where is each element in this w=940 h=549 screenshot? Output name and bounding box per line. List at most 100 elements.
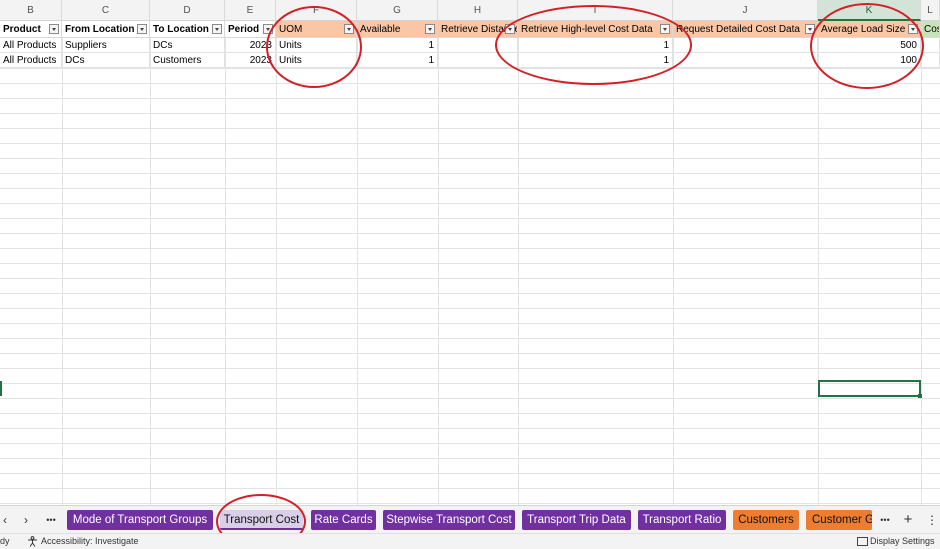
grid-row-line: [0, 428, 940, 429]
grid-row-line: [0, 113, 940, 114]
cell-from-location[interactable]: DCs: [62, 53, 150, 68]
tab-scroll-right-icon[interactable]: ›: [20, 511, 32, 529]
header-label: Request Detailed Cost Data: [676, 24, 800, 35]
table-header-row: Product From Location To Location Period…: [0, 21, 940, 38]
grid-column-line: [150, 38, 151, 505]
header-label: Available: [360, 24, 401, 35]
tab-transport-trip-data[interactable]: Transport Trip Data: [522, 510, 631, 530]
grid-column-line: [673, 38, 674, 505]
grid-row-line: [0, 248, 940, 249]
tab-mode-of-transport-groups[interactable]: Mode of Transport Groups: [67, 510, 213, 530]
row-selection-marker: [0, 381, 2, 396]
tab-stepwise-transport-cost[interactable]: Stepwise Transport Cost: [383, 510, 515, 530]
grid-column-line: [818, 38, 819, 505]
grid-column-line: [518, 38, 519, 505]
header-from-location: From Location: [62, 21, 150, 38]
grid-column-line: [276, 38, 277, 505]
more-tabs-left-icon[interactable]: •••: [40, 511, 62, 529]
grid-row-line: [0, 233, 940, 234]
grid-row-line: [0, 143, 940, 144]
spreadsheet-grid[interactable]: B C D E F G H I J K L Product From Locat…: [0, 0, 940, 505]
column-letter-headers: B C D E F G H I J K L: [0, 0, 940, 21]
cell-available[interactable]: 1: [357, 38, 438, 53]
status-bar: dy Accessibility: Investigate Display Se…: [0, 533, 940, 549]
grid-row-line: [0, 188, 940, 189]
filter-dropdown-icon[interactable]: [425, 24, 435, 34]
grid-row-line: [0, 308, 940, 309]
tab-scroll-left-icon[interactable]: ‹: [0, 511, 10, 529]
accessibility-icon: [28, 536, 37, 547]
header-label: Product: [3, 24, 41, 35]
grid-row-line: [0, 173, 940, 174]
grid-column-line: [357, 38, 358, 505]
annotation-circle-uom: [266, 6, 362, 88]
column-letter-D[interactable]: D: [150, 0, 225, 21]
column-letter-L[interactable]: L: [921, 0, 940, 21]
grid-row-line: [0, 398, 940, 399]
grid-row-line: [0, 458, 940, 459]
grid-column-line: [921, 38, 922, 505]
cell-request-detailed-cost[interactable]: [673, 53, 818, 68]
grid-row-line: [0, 293, 940, 294]
display-settings-button[interactable]: Display Settings: [870, 536, 935, 546]
filter-dropdown-icon[interactable]: [212, 24, 222, 34]
grid-row-line: [0, 98, 940, 99]
grid-row-line: [0, 353, 940, 354]
grid-row-line: [0, 128, 940, 129]
column-letter-C[interactable]: C: [62, 0, 150, 21]
filter-dropdown-icon[interactable]: [137, 24, 147, 34]
header-label: Period: [228, 24, 260, 35]
filter-dropdown-icon[interactable]: [49, 24, 59, 34]
cell-to-location[interactable]: DCs: [150, 38, 225, 53]
cell-from-location[interactable]: Suppliers: [62, 38, 150, 53]
column-letter-J[interactable]: J: [673, 0, 818, 21]
cell-to-location[interactable]: Customers: [150, 53, 225, 68]
grid-column-line: [62, 38, 63, 505]
add-sheet-icon[interactable]: +: [900, 511, 916, 529]
column-letter-E[interactable]: E: [225, 0, 276, 21]
active-cell-selection[interactable]: [818, 380, 922, 398]
table-row: All Products Suppliers DCs 2023 Units 1 …: [0, 38, 940, 53]
display-settings-icon: [857, 537, 868, 546]
grid-row-line: [0, 443, 940, 444]
tab-customers[interactable]: Customers: [733, 510, 799, 530]
tab-customer-groups[interactable]: Customer Gr: [806, 510, 872, 530]
more-options-icon[interactable]: ⋮: [926, 511, 938, 529]
grid-row-line: [0, 503, 940, 504]
header-cost: Cost: [921, 21, 940, 38]
header-available: Available: [357, 21, 438, 38]
grid-row-line: [0, 68, 940, 69]
header-label: From Location: [65, 24, 135, 35]
tab-transport-ratio[interactable]: Transport Ratio: [638, 510, 726, 530]
grid-row-line: [0, 323, 940, 324]
header-label: Cost: [924, 24, 939, 35]
cell-request-detailed-cost[interactable]: [673, 38, 818, 53]
grid-row-line: [0, 413, 940, 414]
grid-row-line: [0, 473, 940, 474]
header-label: To Location: [153, 24, 209, 35]
grid-row-line: [0, 338, 940, 339]
header-product: Product: [0, 21, 62, 38]
column-letter-H[interactable]: H: [438, 0, 518, 21]
cell-product[interactable]: All Products: [0, 38, 62, 53]
header-request-detailed-cost: Request Detailed Cost Data: [673, 21, 818, 38]
status-ready: dy: [0, 536, 10, 546]
grid-row-line: [0, 278, 940, 279]
column-letter-B[interactable]: B: [0, 0, 62, 21]
cell-cost[interactable]: [921, 53, 940, 68]
cell-available[interactable]: 1: [357, 53, 438, 68]
grid-column-line: [438, 38, 439, 505]
more-tabs-right-icon[interactable]: •••: [874, 511, 896, 529]
grid-row-line: [0, 203, 940, 204]
tab-rate-cards[interactable]: Rate Cards: [311, 510, 376, 530]
grid-row-line: [0, 218, 940, 219]
annotation-circle-high-level-cost: [495, 5, 692, 85]
grid-row-line: [0, 83, 940, 84]
cell-product[interactable]: All Products: [0, 53, 62, 68]
accessibility-status[interactable]: Accessibility: Investigate: [41, 536, 139, 546]
table-row: All Products DCs Customers 2023 Units 1 …: [0, 53, 940, 68]
column-letter-G[interactable]: G: [357, 0, 438, 21]
header-to-location: To Location: [150, 21, 225, 38]
sheet-tab-bar: ‹ › ••• Mode of Transport Groups Transpo…: [0, 494, 940, 549]
grid-row-line: [0, 263, 940, 264]
